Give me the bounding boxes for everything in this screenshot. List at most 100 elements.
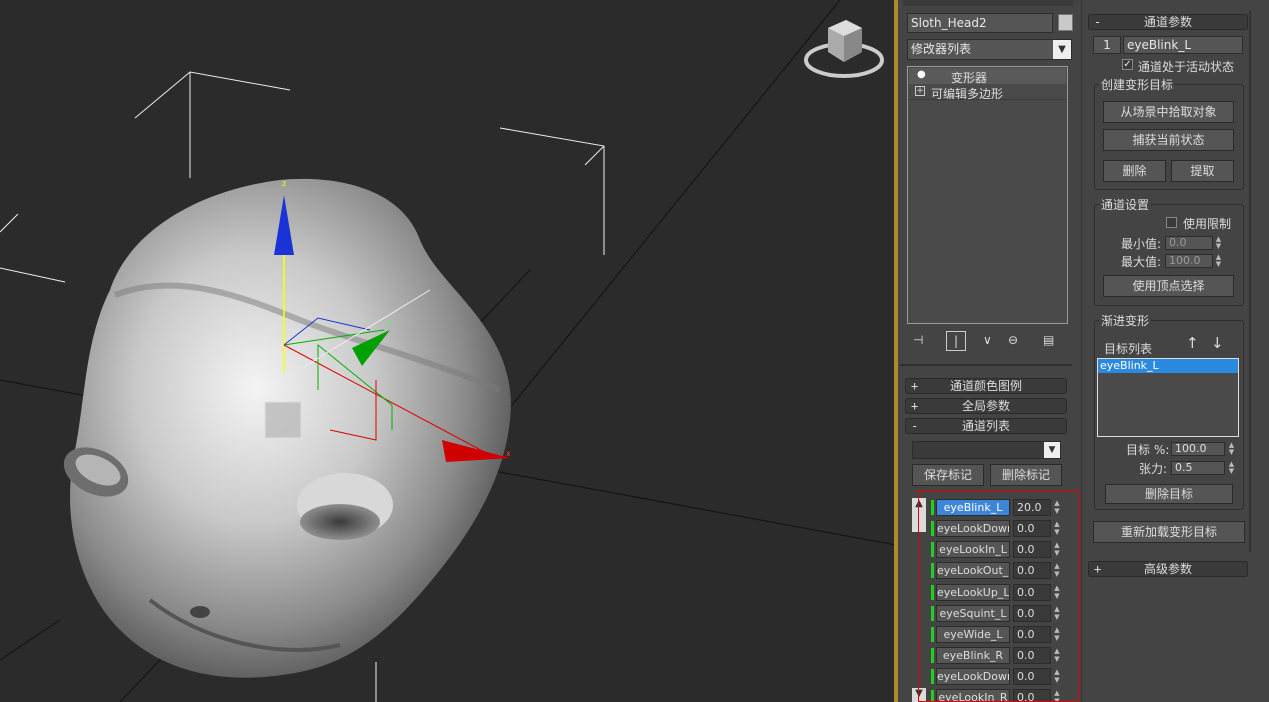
spinner-arrows[interactable]: ▲ ▼ (1052, 541, 1062, 558)
spinner-arrows[interactable]: ▲ ▼ (1052, 584, 1062, 601)
min-value-spinner[interactable]: 0.0 ▲ ▼ (1165, 236, 1223, 250)
target-percent-spinner[interactable]: 100.0 ▲ ▼ (1171, 442, 1236, 456)
stack-item-editable-poly[interactable]: + 可编辑多边形 (909, 85, 1066, 101)
channel-active-label: 通道处于活动状态 (1138, 60, 1235, 74)
channel-value-field[interactable]: 0.0 (1013, 520, 1051, 537)
channel-status-bar (931, 627, 934, 642)
delete-target-button[interactable]: 删除目标 (1105, 484, 1233, 504)
channel-name-button[interactable]: eyeLookUp_L (936, 584, 1010, 601)
channel-name-button[interactable]: eyeWide_L (936, 626, 1010, 643)
min-label: 最小值: (1121, 237, 1162, 251)
target-percent-label: 目标 %: (1126, 443, 1170, 457)
rollout-advanced-params[interactable]: + 高级参数 (1088, 561, 1248, 577)
delete-button[interactable]: 删除 (1103, 160, 1166, 182)
channel-value-field[interactable]: 0.0 (1013, 541, 1051, 558)
channel-value-field[interactable]: 20.0 (1013, 499, 1051, 516)
stack-toolbar: ⊣ | ∨ ⊖ ▤ (907, 331, 1068, 351)
save-marker-button[interactable]: 保存标记 (912, 464, 984, 486)
channel-value-field[interactable]: 0.0 (1013, 647, 1051, 664)
command-panel-tabs[interactable] (903, 0, 1073, 6)
rollout-global-params[interactable]: + 全局参数 (905, 398, 1067, 414)
channel-row[interactable]: eyeLookDown_R0.0▲▼ (912, 667, 1072, 686)
channel-name-button[interactable]: eyeLookDown_L (936, 520, 1010, 537)
viewcube[interactable] (800, 14, 884, 80)
move-up-arrow-icon[interactable]: ↑ (1186, 334, 1199, 352)
channel-name-button[interactable]: eyeBlink_R (936, 647, 1010, 664)
channel-value-field[interactable]: 0.0 (1013, 626, 1051, 643)
target-list-item[interactable]: eyeBlink_L (1098, 359, 1238, 373)
separator (900, 364, 1072, 366)
spinner-arrows[interactable]: ▲ ▼ (1052, 605, 1062, 622)
channel-row[interactable]: eyeLookUp_L 0.0 ▲ ▼ (912, 583, 1072, 602)
target-list[interactable]: eyeBlink_L (1097, 358, 1239, 437)
use-vertex-selection-button[interactable]: 使用顶点选择 (1103, 275, 1234, 297)
channel-name-button[interactable]: eyeLookIn_R (936, 689, 1010, 702)
channel-row[interactable]: eyeWide_L 0.0 ▲ ▼ (912, 625, 1072, 644)
channel-value-field[interactable]: 0.0 (1013, 562, 1051, 579)
spinner-arrows[interactable]: ▲ ▼ (1052, 647, 1062, 664)
target-list-label: 目标列表 (1104, 342, 1153, 356)
spinner-arrows[interactable]: ▲ ▼ (1052, 689, 1062, 702)
channel-row[interactable]: eyeLookOut_L 0.0 ▲ ▼ (912, 561, 1072, 580)
viewport-perspective[interactable]: z x y (0, 0, 896, 702)
spinner-arrows[interactable]: ▲ ▼ (1052, 562, 1062, 579)
configure-modifier-sets-icon[interactable]: ▤ (1043, 333, 1054, 347)
extract-button[interactable]: 提取 (1171, 160, 1234, 182)
channel-name-field[interactable]: eyeBlink_L (1123, 36, 1243, 54)
channel-row[interactable]: eyeLookDown_L0.0▲▼ (912, 519, 1072, 538)
channel-row[interactable]: eyeLookIn_R 0.0 ▲ ▼ (912, 688, 1072, 702)
max-value-spinner[interactable]: 100.0 ▲ ▼ (1165, 254, 1223, 268)
channel-name-button[interactable]: eyeLookOut_L (936, 562, 1010, 579)
channel-name-button[interactable]: eyeSquint_L (936, 605, 1010, 622)
channel-status-bar (931, 648, 934, 663)
stack-item-morpher[interactable]: ● 变形器 (909, 68, 1066, 85)
group-title: 创建变形目标 (1099, 76, 1176, 93)
rollout-channel-list[interactable]: - 通道列表 (905, 418, 1067, 434)
move-down-arrow-icon[interactable]: ↓ (1211, 334, 1224, 352)
channel-status-bar (931, 669, 934, 684)
channel-active-checkbox[interactable]: ✓ (1122, 59, 1133, 70)
channel-row[interactable]: eyeLookIn_L 0.0 ▲ ▼ (912, 540, 1072, 559)
spinner-arrows[interactable]: ▲ ▼ (1052, 520, 1062, 537)
channel-row[interactable]: eyeBlink_R 0.0 ▲ ▼ (912, 646, 1072, 665)
pick-from-scene-button[interactable]: 从场景中拾取对象 (1103, 101, 1234, 123)
spinner-arrows[interactable]: ▲ ▼ (1052, 499, 1062, 516)
make-unique-icon[interactable]: ∨ (983, 333, 992, 347)
chevron-down-icon: ▼ (1053, 40, 1071, 59)
show-end-result-icon[interactable]: | (946, 331, 966, 351)
marker-dropdown[interactable]: ▼ (912, 441, 1061, 459)
object-name-field[interactable]: Sloth_Head2 (907, 13, 1053, 33)
channel-value-field[interactable]: 0.0 (1013, 689, 1051, 702)
expand-plus-icon[interactable]: + (915, 86, 925, 96)
spinner-arrows[interactable]: ▲ ▼ (1052, 668, 1062, 685)
delete-marker-button[interactable]: 删除标记 (990, 464, 1062, 486)
channel-status-bar (931, 563, 934, 578)
lightbulb-icon[interactable]: ● (917, 69, 926, 80)
channel-value-field[interactable]: 0.0 (1013, 668, 1051, 685)
channel-name-button[interactable]: eyeBlink_L (936, 499, 1010, 516)
rollout-channel-params[interactable]: - 通道参数 (1088, 14, 1248, 30)
remove-modifier-icon[interactable]: ⊖ (1008, 333, 1018, 347)
channel-value-field[interactable]: 0.0 (1013, 584, 1051, 601)
channel-row[interactable]: eyeSquint_L 0.0 ▲ ▼ (912, 604, 1072, 623)
pin-stack-icon[interactable]: ⊣ (913, 333, 923, 347)
capture-current-state-button[interactable]: 捕获当前状态 (1103, 129, 1234, 151)
channel-number-field[interactable]: 1 (1093, 36, 1121, 54)
channel-name-button[interactable]: eyeLookIn_L (936, 541, 1010, 558)
channel-name-button[interactable]: eyeLookDown_R (936, 668, 1010, 685)
channel-row[interactable]: eyeBlink_L 20.0 ▲ ▼ (912, 498, 1072, 517)
modifier-list-dropdown[interactable]: 修改器列表 ▼ (907, 39, 1072, 60)
channel-value-field[interactable]: 0.0 (1013, 605, 1051, 622)
group-title: 渐进变形 (1099, 312, 1152, 329)
spinner-arrows[interactable]: ▲ ▼ (1052, 626, 1062, 643)
rollout-channel-color-legend[interactable]: + 通道颜色图例 (905, 378, 1067, 394)
reload-targets-button[interactable]: 重新加载变形目标 (1093, 521, 1245, 543)
channel-status-bar (931, 542, 934, 557)
tension-spinner[interactable]: 0.5 ▲ ▼ (1171, 461, 1236, 475)
channel-status-bar (931, 500, 934, 515)
group-title: 通道设置 (1099, 196, 1152, 213)
object-color-swatch[interactable] (1058, 14, 1073, 31)
use-limits-checkbox[interactable] (1166, 217, 1177, 228)
viewport-scene[interactable]: z x y (0, 0, 896, 702)
modifier-stack[interactable]: ● 变形器 + 可编辑多边形 (907, 66, 1068, 324)
